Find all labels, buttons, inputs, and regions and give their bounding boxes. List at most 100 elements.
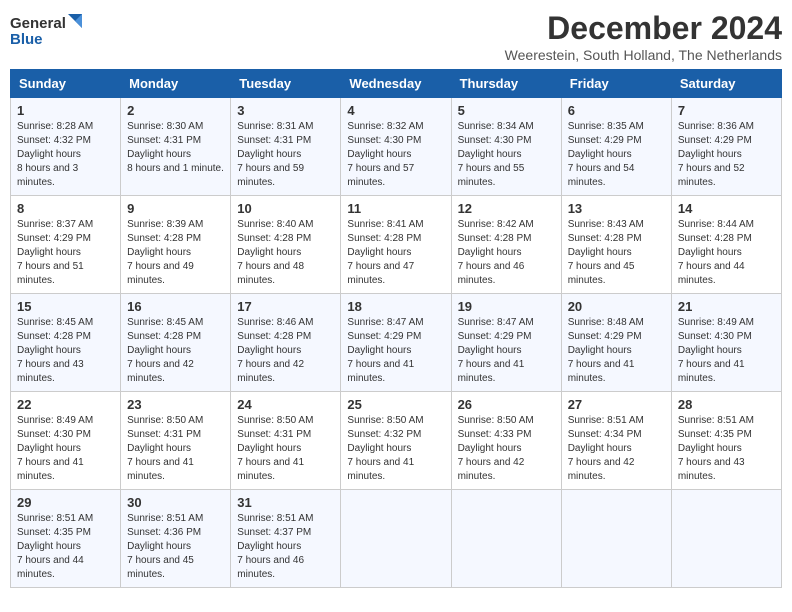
calendar-cell: 30 Sunrise: 8:51 AM Sunset: 4:36 PM Dayl…: [121, 490, 231, 588]
logo: General Blue: [10, 10, 90, 50]
day-header-wednesday: Wednesday: [341, 70, 451, 98]
svg-text:General: General: [10, 15, 66, 32]
cell-info: Sunrise: 8:39 AM Sunset: 4:28 PM Dayligh…: [127, 218, 224, 288]
cell-info: Sunrise: 8:43 AM Sunset: 4:28 PM Dayligh…: [568, 218, 665, 288]
day-number: 15: [17, 299, 114, 314]
day-number: 27: [568, 397, 665, 412]
calendar-cell: 25 Sunrise: 8:50 AM Sunset: 4:32 PM Dayl…: [341, 392, 451, 490]
week-row-4: 22 Sunrise: 8:49 AM Sunset: 4:30 PM Dayl…: [11, 392, 782, 490]
cell-info: Sunrise: 8:36 AM Sunset: 4:29 PM Dayligh…: [678, 120, 775, 190]
cell-info: Sunrise: 8:41 AM Sunset: 4:28 PM Dayligh…: [347, 218, 444, 288]
week-row-1: 1 Sunrise: 8:28 AM Sunset: 4:32 PM Dayli…: [11, 98, 782, 196]
cell-info: Sunrise: 8:47 AM Sunset: 4:29 PM Dayligh…: [458, 316, 555, 386]
day-number: 13: [568, 201, 665, 216]
cell-info: Sunrise: 8:37 AM Sunset: 4:29 PM Dayligh…: [17, 218, 114, 288]
day-header-sunday: Sunday: [11, 70, 121, 98]
day-number: 17: [237, 299, 334, 314]
calendar-cell: 21 Sunrise: 8:49 AM Sunset: 4:30 PM Dayl…: [671, 294, 781, 392]
cell-info: Sunrise: 8:32 AM Sunset: 4:30 PM Dayligh…: [347, 120, 444, 190]
calendar-table: SundayMondayTuesdayWednesdayThursdayFrid…: [10, 69, 782, 588]
header-row: SundayMondayTuesdayWednesdayThursdayFrid…: [11, 70, 782, 98]
day-number: 19: [458, 299, 555, 314]
cell-info: Sunrise: 8:50 AM Sunset: 4:33 PM Dayligh…: [458, 414, 555, 484]
calendar-cell: 1 Sunrise: 8:28 AM Sunset: 4:32 PM Dayli…: [11, 98, 121, 196]
calendar-cell: [341, 490, 451, 588]
week-row-5: 29 Sunrise: 8:51 AM Sunset: 4:35 PM Dayl…: [11, 490, 782, 588]
cell-info: Sunrise: 8:49 AM Sunset: 4:30 PM Dayligh…: [678, 316, 775, 386]
week-row-2: 8 Sunrise: 8:37 AM Sunset: 4:29 PM Dayli…: [11, 196, 782, 294]
month-title: December 2024: [505, 10, 782, 47]
calendar-cell: 15 Sunrise: 8:45 AM Sunset: 4:28 PM Dayl…: [11, 294, 121, 392]
calendar-cell: 4 Sunrise: 8:32 AM Sunset: 4:30 PM Dayli…: [341, 98, 451, 196]
title-block: December 2024 Weerestein, South Holland,…: [505, 10, 782, 63]
calendar-cell: 2 Sunrise: 8:30 AM Sunset: 4:31 PM Dayli…: [121, 98, 231, 196]
calendar-cell: 6 Sunrise: 8:35 AM Sunset: 4:29 PM Dayli…: [561, 98, 671, 196]
cell-info: Sunrise: 8:28 AM Sunset: 4:32 PM Dayligh…: [17, 120, 114, 190]
calendar-cell: 28 Sunrise: 8:51 AM Sunset: 4:35 PM Dayl…: [671, 392, 781, 490]
cell-info: Sunrise: 8:40 AM Sunset: 4:28 PM Dayligh…: [237, 218, 334, 288]
calendar-cell: 31 Sunrise: 8:51 AM Sunset: 4:37 PM Dayl…: [231, 490, 341, 588]
day-number: 11: [347, 201, 444, 216]
calendar-cell: 19 Sunrise: 8:47 AM Sunset: 4:29 PM Dayl…: [451, 294, 561, 392]
day-number: 7: [678, 103, 775, 118]
day-header-saturday: Saturday: [671, 70, 781, 98]
day-number: 8: [17, 201, 114, 216]
svg-text:Blue: Blue: [10, 31, 43, 48]
calendar-cell: 3 Sunrise: 8:31 AM Sunset: 4:31 PM Dayli…: [231, 98, 341, 196]
day-header-thursday: Thursday: [451, 70, 561, 98]
cell-info: Sunrise: 8:51 AM Sunset: 4:35 PM Dayligh…: [678, 414, 775, 484]
cell-info: Sunrise: 8:50 AM Sunset: 4:31 PM Dayligh…: [237, 414, 334, 484]
cell-info: Sunrise: 8:51 AM Sunset: 4:37 PM Dayligh…: [237, 512, 334, 582]
calendar-cell: 14 Sunrise: 8:44 AM Sunset: 4:28 PM Dayl…: [671, 196, 781, 294]
calendar-cell: [561, 490, 671, 588]
cell-info: Sunrise: 8:35 AM Sunset: 4:29 PM Dayligh…: [568, 120, 665, 190]
day-number: 29: [17, 495, 114, 510]
day-number: 3: [237, 103, 334, 118]
location-subtitle: Weerestein, South Holland, The Netherlan…: [505, 47, 782, 63]
cell-info: Sunrise: 8:31 AM Sunset: 4:31 PM Dayligh…: [237, 120, 334, 190]
day-number: 21: [678, 299, 775, 314]
logo-svg: General Blue: [10, 10, 90, 50]
cell-info: Sunrise: 8:45 AM Sunset: 4:28 PM Dayligh…: [127, 316, 224, 386]
day-number: 6: [568, 103, 665, 118]
cell-info: Sunrise: 8:42 AM Sunset: 4:28 PM Dayligh…: [458, 218, 555, 288]
calendar-cell: 24 Sunrise: 8:50 AM Sunset: 4:31 PM Dayl…: [231, 392, 341, 490]
day-number: 30: [127, 495, 224, 510]
day-header-monday: Monday: [121, 70, 231, 98]
calendar-cell: 10 Sunrise: 8:40 AM Sunset: 4:28 PM Dayl…: [231, 196, 341, 294]
calendar-cell: 26 Sunrise: 8:50 AM Sunset: 4:33 PM Dayl…: [451, 392, 561, 490]
calendar-cell: [451, 490, 561, 588]
day-header-tuesday: Tuesday: [231, 70, 341, 98]
cell-info: Sunrise: 8:51 AM Sunset: 4:36 PM Dayligh…: [127, 512, 224, 582]
day-number: 24: [237, 397, 334, 412]
day-number: 4: [347, 103, 444, 118]
cell-info: Sunrise: 8:50 AM Sunset: 4:31 PM Dayligh…: [127, 414, 224, 484]
day-number: 10: [237, 201, 334, 216]
day-number: 26: [458, 397, 555, 412]
day-number: 28: [678, 397, 775, 412]
cell-info: Sunrise: 8:49 AM Sunset: 4:30 PM Dayligh…: [17, 414, 114, 484]
cell-info: Sunrise: 8:48 AM Sunset: 4:29 PM Dayligh…: [568, 316, 665, 386]
day-number: 22: [17, 397, 114, 412]
calendar-cell: 17 Sunrise: 8:46 AM Sunset: 4:28 PM Dayl…: [231, 294, 341, 392]
calendar-cell: [671, 490, 781, 588]
day-number: 2: [127, 103, 224, 118]
day-number: 31: [237, 495, 334, 510]
day-number: 20: [568, 299, 665, 314]
cell-info: Sunrise: 8:51 AM Sunset: 4:34 PM Dayligh…: [568, 414, 665, 484]
day-number: 18: [347, 299, 444, 314]
calendar-cell: 29 Sunrise: 8:51 AM Sunset: 4:35 PM Dayl…: [11, 490, 121, 588]
day-number: 14: [678, 201, 775, 216]
week-row-3: 15 Sunrise: 8:45 AM Sunset: 4:28 PM Dayl…: [11, 294, 782, 392]
day-number: 9: [127, 201, 224, 216]
calendar-cell: 22 Sunrise: 8:49 AM Sunset: 4:30 PM Dayl…: [11, 392, 121, 490]
calendar-cell: 18 Sunrise: 8:47 AM Sunset: 4:29 PM Dayl…: [341, 294, 451, 392]
day-header-friday: Friday: [561, 70, 671, 98]
cell-info: Sunrise: 8:30 AM Sunset: 4:31 PM Dayligh…: [127, 120, 224, 176]
day-number: 5: [458, 103, 555, 118]
day-number: 12: [458, 201, 555, 216]
calendar-cell: 8 Sunrise: 8:37 AM Sunset: 4:29 PM Dayli…: [11, 196, 121, 294]
day-number: 23: [127, 397, 224, 412]
calendar-cell: 9 Sunrise: 8:39 AM Sunset: 4:28 PM Dayli…: [121, 196, 231, 294]
cell-info: Sunrise: 8:51 AM Sunset: 4:35 PM Dayligh…: [17, 512, 114, 582]
